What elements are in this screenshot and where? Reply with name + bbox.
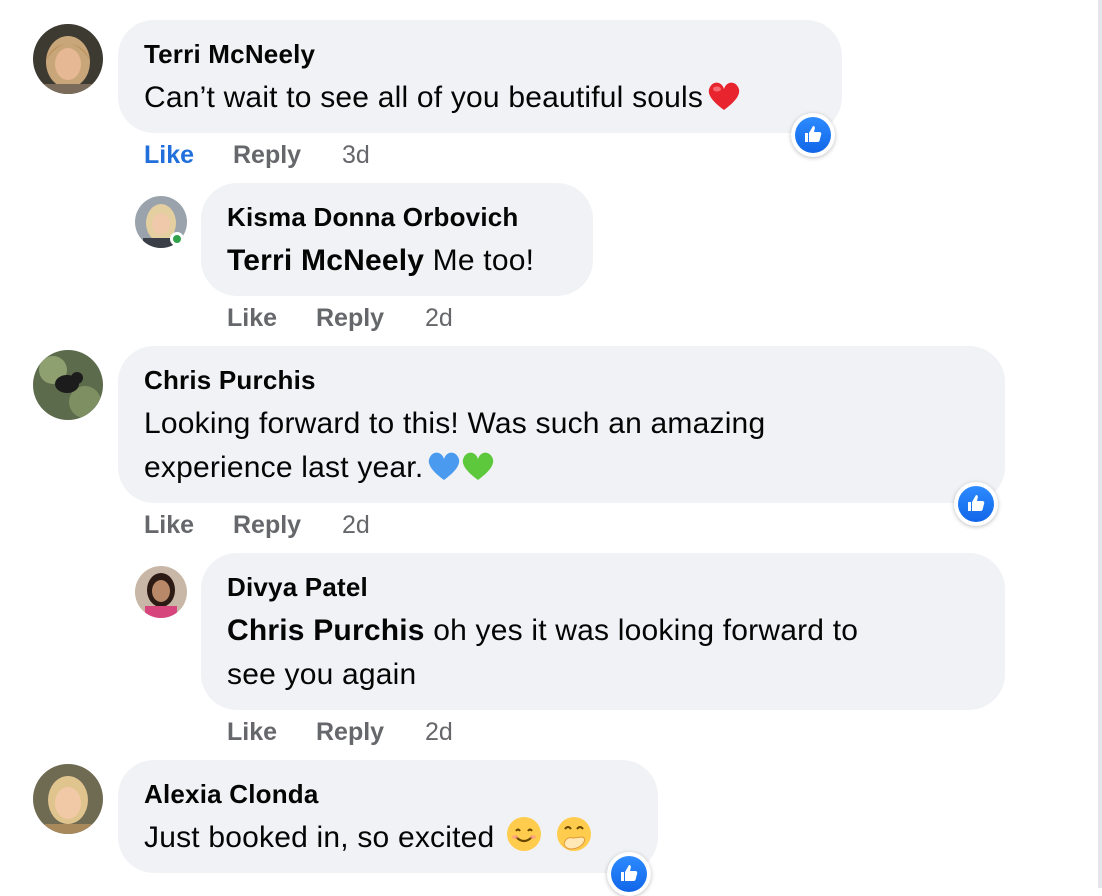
face-with-hand-over-mouth-icon xyxy=(556,816,592,865)
mention-tag[interactable]: Terri McNeely xyxy=(227,244,424,277)
comment-author[interactable]: Chris Purchis xyxy=(144,363,979,397)
comment-text: Can’t wait to see all of you beautiful s… xyxy=(144,76,816,125)
smiling-face-icon xyxy=(506,816,542,865)
online-status-icon xyxy=(170,232,184,246)
comment-author[interactable]: Divya Patel xyxy=(227,570,979,604)
comment-bubble: Alexia Clonda Just booked in, so excited xyxy=(118,760,658,873)
comment-author[interactable]: Kisma Donna Orbovich xyxy=(227,200,567,234)
like-button[interactable]: Like xyxy=(227,715,277,749)
comment-author[interactable]: Alexia Clonda xyxy=(144,777,632,811)
comment-text: Terri McNeely Me too! xyxy=(227,244,535,277)
reply-button[interactable]: Reply xyxy=(316,301,384,335)
comment-timestamp[interactable]: 2d xyxy=(425,715,453,749)
comment-timestamp[interactable]: 2d xyxy=(425,301,453,335)
comment-bubble: Divya Patel Chris Purchis oh yes it was … xyxy=(201,553,1005,710)
comment-author[interactable]: Terri McNeely xyxy=(144,37,816,71)
comment-text: Looking forward to this! Was such an ama… xyxy=(144,402,979,495)
reply-button[interactable]: Reply xyxy=(316,715,384,749)
green-heart-icon xyxy=(461,450,495,495)
thumbs-up-icon xyxy=(968,495,985,511)
mention-tag[interactable]: Chris Purchis xyxy=(227,614,425,647)
comment-bubble: Chris Purchis Looking forward to this! W… xyxy=(118,346,1005,503)
avatar-terri[interactable] xyxy=(33,24,103,94)
thumbs-up-icon xyxy=(621,865,638,881)
like-button[interactable]: Like xyxy=(144,508,194,542)
like-button[interactable]: Like xyxy=(144,138,194,172)
comment-bubble: Terri McNeely Can’t wait to see all of y… xyxy=(118,20,842,133)
like-button[interactable]: Like xyxy=(227,301,277,335)
avatar-alexia[interactable] xyxy=(33,764,103,834)
comment-timestamp[interactable]: 3d xyxy=(342,138,370,172)
comment-text: Chris Purchis oh yes it was looking forw… xyxy=(227,614,859,691)
red-heart-icon xyxy=(707,80,741,125)
reply-button[interactable]: Reply xyxy=(233,138,301,172)
comment-timestamp[interactable]: 2d xyxy=(342,508,370,542)
comment-bubble: Kisma Donna Orbovich Terri McNeely Me to… xyxy=(201,183,593,296)
blue-heart-icon xyxy=(427,450,461,495)
like-reaction-badge[interactable] xyxy=(607,852,651,896)
avatar-chris[interactable] xyxy=(33,350,103,420)
like-reaction-badge[interactable] xyxy=(791,113,835,157)
scrollbar-edge xyxy=(1098,0,1102,888)
thumbs-up-icon xyxy=(805,126,822,142)
like-reaction-badge[interactable] xyxy=(954,482,998,526)
avatar-divya[interactable] xyxy=(135,566,187,618)
reply-button[interactable]: Reply xyxy=(233,508,301,542)
comment-text: Just booked in, so excited xyxy=(144,816,632,865)
